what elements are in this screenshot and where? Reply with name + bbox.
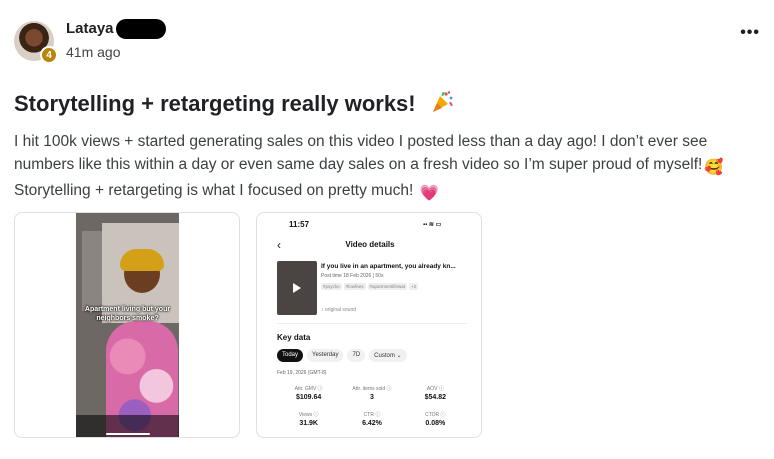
metric-value: 6.42%	[362, 420, 382, 427]
post-title-text: Storytelling + retargeting really works!	[14, 91, 416, 116]
metric-ctr: CTR ⓘ 6.42%	[340, 411, 403, 427]
metric-gmv: Attr. GMV ⓘ $109.64	[277, 385, 340, 401]
video-thumbnail[interactable]: Apartment living but your neighbors smok…	[76, 213, 179, 437]
level-badge: 4	[40, 46, 58, 64]
chip-yesterday: Yesterday	[307, 349, 344, 362]
tag: #apartmentlifewat	[367, 283, 408, 290]
chip-7d: 7D	[347, 349, 366, 362]
back-chevron-icon: ‹	[277, 238, 281, 252]
original-sound: ♪ original sound	[321, 307, 357, 313]
status-icons: ▪▪ ≋ ▭	[423, 222, 442, 228]
tag-list: #psyche #lowfees #apartmentlifewat +2	[321, 283, 419, 290]
chip-today: Today	[277, 349, 304, 362]
metric-label: Attr. GMV ⓘ	[294, 386, 323, 392]
post-body-text-2: Storytelling + retargeting is what I foc…	[14, 182, 414, 199]
metric-value: $54.82	[424, 394, 447, 401]
attachment-video[interactable]: Apartment living but your neighbors smok…	[14, 212, 240, 438]
tag: #psyche	[321, 283, 342, 290]
bonnet	[120, 249, 164, 271]
video-title: If you live in an apartment, you already…	[321, 263, 456, 270]
post-time: 41m ago	[66, 44, 121, 60]
smiling-face-hearts-icon: 🥰	[704, 159, 724, 176]
home-indicator	[106, 433, 150, 435]
metric-value: 31.9K	[299, 420, 318, 427]
metric-value: $109.64	[296, 394, 322, 401]
chip-custom: Custom ⌄	[369, 349, 407, 362]
metric-label: AOV ⓘ	[426, 386, 444, 392]
background-door	[82, 231, 102, 311]
metric-views: Views ⓘ 31.9K	[277, 411, 340, 427]
status-clock: 11:57	[289, 220, 310, 229]
metric-value: 3	[370, 394, 374, 401]
date-label: Feb 19, 2026 (GMT-8)	[277, 370, 327, 376]
metric-items-sold: Attr. items sold ⓘ 3	[340, 385, 403, 401]
video-thumb	[277, 261, 317, 315]
metric-ctor: CTOR ⓘ 0.08%	[404, 411, 467, 427]
more-options-icon[interactable]: •••	[740, 24, 760, 42]
post-body: I hit 100k views + started generating sa…	[14, 130, 760, 205]
attachment-screenshot[interactable]: 11:57 ▪▪ ≋ ▭ Video details ‹ If you live…	[256, 212, 482, 438]
screen-title: Video details	[345, 240, 395, 249]
metrics-grid: Attr. GMV ⓘ $109.64 Attr. items sold ⓘ 3…	[277, 385, 467, 427]
metric-label: Views ⓘ	[298, 412, 319, 418]
metric-label: CTR ⓘ	[363, 412, 381, 418]
key-data-heading: Key data	[277, 333, 311, 342]
date-range-chips: Today Yesterday 7D Custom ⌄	[277, 349, 407, 362]
metric-label: CTOR ⓘ	[425, 412, 446, 418]
video-caption: Apartment living but your neighbors smok…	[84, 306, 171, 322]
metric-label: Attr. items sold ⓘ	[352, 386, 392, 392]
play-icon	[293, 283, 301, 293]
metric-aov: AOV ⓘ $54.82	[404, 385, 467, 401]
post-body-text-1: I hit 100k views + started generating sa…	[14, 133, 708, 173]
tag: +2	[409, 283, 419, 290]
post-header: 4 Lataya 41m ago •••	[14, 19, 760, 64]
party-popper-icon	[432, 91, 453, 112]
author-name[interactable]: Lataya	[66, 20, 114, 37]
redacted-name-block	[116, 19, 166, 39]
post-time-info: Post time 18 Feb 2026 | 50s	[321, 273, 384, 279]
metric-value: 0.08%	[425, 420, 446, 427]
divider	[277, 323, 467, 324]
phone-screen: 11:57 ▪▪ ≋ ▭ Video details ‹ If you live…	[257, 213, 481, 437]
sparkling-heart-icon: 💗	[419, 185, 439, 202]
tag: #lowfees	[343, 283, 366, 290]
post-title: Storytelling + retargeting really works!	[14, 90, 454, 117]
